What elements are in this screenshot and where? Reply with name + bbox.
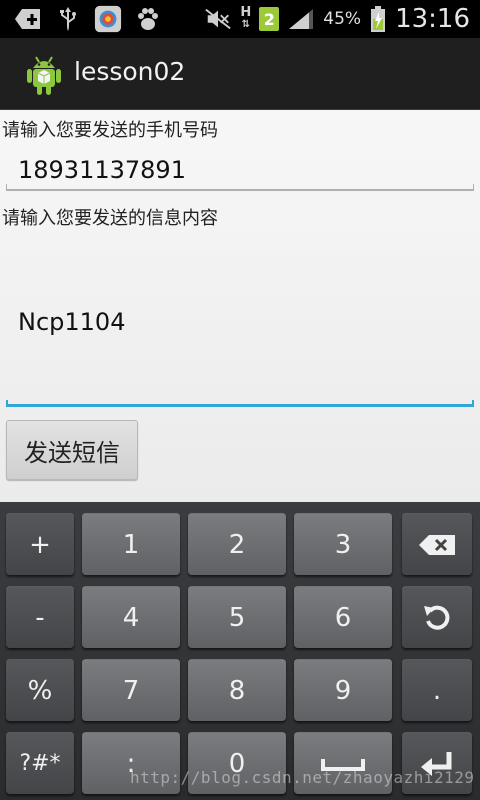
battery-percent: 45%: [323, 9, 362, 29]
signal-icon: [287, 5, 315, 33]
numeric-keyboard: + 1 2 3 - 4 5 6 % 7 8 9 . ?#* : 0: [0, 502, 480, 800]
key-plus[interactable]: +: [6, 513, 74, 575]
key-backspace[interactable]: [402, 513, 472, 575]
status-bar-system: H ⇅ 2 45% 13:16: [204, 4, 470, 34]
app-title: lesson02: [74, 57, 186, 86]
key-symbols[interactable]: ?#*: [6, 732, 74, 794]
key-6[interactable]: 6: [294, 586, 392, 648]
status-bar: H ⇅ 2 45% 13:16: [0, 0, 480, 38]
message-input-underline: [6, 404, 474, 407]
add-notification-icon: [14, 5, 42, 33]
action-bar: lesson02: [0, 38, 480, 110]
browser-icon: [94, 5, 122, 33]
key-9[interactable]: 9: [294, 659, 392, 721]
key-4[interactable]: 4: [82, 586, 180, 648]
key-percent[interactable]: %: [6, 659, 74, 721]
phone-input-underline: [6, 189, 474, 191]
undo-icon: [424, 605, 450, 630]
key-3[interactable]: 3: [294, 513, 392, 575]
key-8[interactable]: 8: [188, 659, 286, 721]
mute-icon: [204, 5, 232, 33]
sms-form: 请输入您要发送的手机号码 请输入您要发送的信息内容 发送短信: [0, 110, 480, 502]
message-content-input[interactable]: [6, 302, 474, 342]
key-5[interactable]: 5: [188, 586, 286, 648]
message-label: 请输入您要发送的信息内容: [2, 208, 218, 229]
status-bar-notifications: [14, 5, 162, 33]
key-1[interactable]: 1: [82, 513, 180, 575]
key-dot[interactable]: .: [402, 659, 472, 721]
key-minus[interactable]: -: [6, 586, 74, 648]
key-7[interactable]: 7: [82, 659, 180, 721]
phone-number-input[interactable]: [6, 148, 474, 192]
status-clock: 13:16: [395, 4, 470, 34]
key-undo[interactable]: [402, 586, 472, 648]
usb-icon: [54, 5, 82, 33]
paw-icon: [134, 5, 162, 33]
phone-label: 请输入您要发送的手机号码: [2, 120, 218, 141]
watermark: http://blog.csdn.net/zhaoyazhi2129: [130, 768, 475, 787]
battery-icon: [369, 5, 387, 33]
sim-badge-icon: 2: [259, 7, 280, 31]
send-sms-button[interactable]: 发送短信: [6, 420, 138, 480]
key-2[interactable]: 2: [188, 513, 286, 575]
hplus-data-icon: H ⇅: [240, 5, 252, 30]
android-icon: [24, 52, 64, 96]
backspace-icon: [419, 534, 455, 555]
